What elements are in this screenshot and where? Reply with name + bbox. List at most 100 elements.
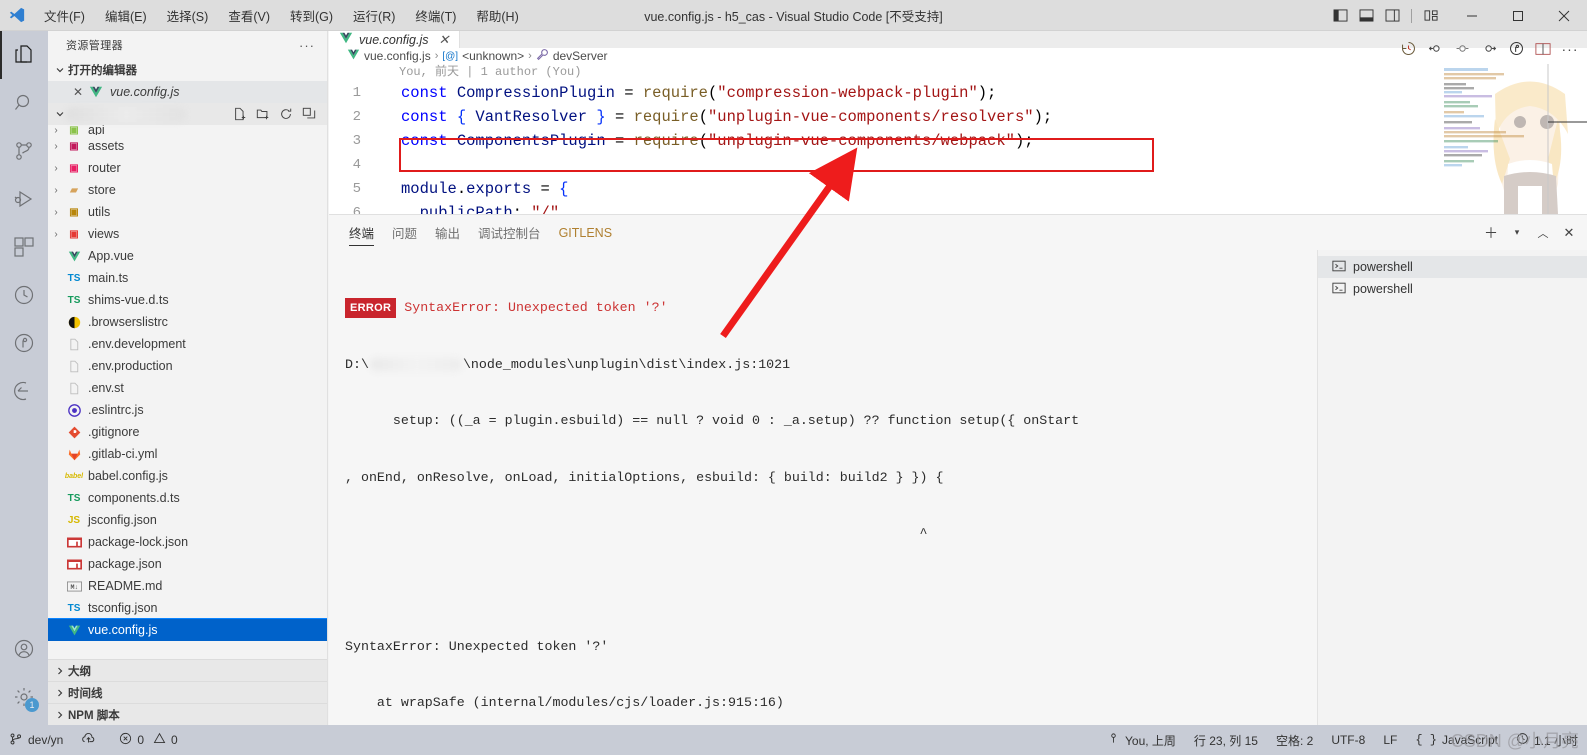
activity-accounts[interactable] bbox=[0, 625, 48, 673]
maximize-button[interactable] bbox=[1495, 0, 1541, 31]
menu-bar[interactable]: 文件(F) 编辑(E) 选择(S) 查看(V) 转到(G) 运行(R) 终端(T… bbox=[34, 0, 529, 31]
sidebar-more-actions-icon[interactable]: ··· bbox=[291, 38, 323, 53]
sidebar-section-outline[interactable]: 大纲 bbox=[48, 659, 327, 681]
tree-item-vue-config[interactable]: vue.config.js bbox=[48, 618, 327, 641]
file-tree[interactable]: › ▣ api › ▣ assets › ▣ router › ▰ store … bbox=[48, 125, 327, 641]
status-blame[interactable]: You, 上周 bbox=[1098, 725, 1185, 755]
tree-item-shims-vue[interactable]: TS shims-vue.d.ts bbox=[48, 289, 327, 311]
tree-item-gitlab-ci[interactable]: .gitlab-ci.yml bbox=[48, 443, 327, 465]
activity-gitlens[interactable] bbox=[0, 319, 48, 367]
close-panel-icon[interactable]: ✕ bbox=[1557, 221, 1581, 245]
status-wakatime[interactable]: 1.1 小时 bbox=[1507, 725, 1587, 755]
tree-item-readme[interactable]: M↓ README.md bbox=[48, 575, 327, 597]
tree-item-views[interactable]: › ▣ views bbox=[48, 223, 327, 245]
toggle-primary-sidebar-icon[interactable] bbox=[1328, 4, 1352, 28]
previous-change-icon[interactable] bbox=[1422, 36, 1448, 62]
tree-item-package-json[interactable]: package.json bbox=[48, 553, 327, 575]
tree-item-jsconfig[interactable]: JS jsconfig.json bbox=[48, 509, 327, 531]
panel-tab-problems[interactable]: 问题 bbox=[392, 215, 417, 250]
close-icon[interactable]: ✕ bbox=[70, 85, 86, 99]
new-file-icon[interactable] bbox=[230, 104, 250, 124]
status-indentation[interactable]: 空格: 2 bbox=[1267, 725, 1322, 755]
tree-item-assets[interactable]: › ▣ assets bbox=[48, 135, 327, 157]
sidebar-section-npm-scripts[interactable]: NPM 脚本 bbox=[48, 703, 327, 725]
maximize-panel-icon[interactable]: ︿ bbox=[1531, 221, 1555, 245]
history-icon[interactable] bbox=[1395, 36, 1421, 62]
terminal-output[interactable]: ERROR SyntaxError: Unexpected token '?' … bbox=[329, 250, 1317, 755]
menu-terminal[interactable]: 终端(T) bbox=[405, 3, 466, 28]
status-branch[interactable]: dev/yn bbox=[0, 725, 72, 755]
activity-explorer[interactable] bbox=[0, 31, 48, 79]
sidebar-section-open-editors[interactable]: 打开的编辑器 bbox=[48, 59, 327, 81]
more-actions-icon[interactable]: ··· bbox=[1557, 36, 1583, 62]
tree-item-env-st[interactable]: .env.st bbox=[48, 377, 327, 399]
activity-extensions[interactable] bbox=[0, 223, 48, 271]
current-change-icon[interactable] bbox=[1449, 36, 1475, 62]
terminal-list-item-0[interactable]: powershell bbox=[1318, 256, 1587, 278]
sidebar-section-project[interactable] bbox=[48, 103, 327, 125]
close-button[interactable] bbox=[1541, 0, 1587, 31]
status-language-mode[interactable]: { } JavaScript bbox=[1406, 725, 1507, 755]
tree-item-app-vue[interactable]: App.vue bbox=[48, 245, 327, 267]
customize-layout-icon[interactable] bbox=[1419, 4, 1443, 28]
sidebar-title-bar: 资源管理器 ··· bbox=[48, 31, 327, 59]
panel-tab-terminal[interactable]: 终端 bbox=[349, 215, 375, 250]
menu-run[interactable]: 运行(R) bbox=[343, 3, 405, 28]
tree-item-components-dts[interactable]: TS components.d.ts bbox=[48, 487, 327, 509]
breadcrumb-item-file[interactable]: vue.config.js bbox=[347, 48, 431, 64]
breadcrumb-item-devserver[interactable]: devServer bbox=[536, 48, 608, 64]
activity-run-debug[interactable] bbox=[0, 175, 48, 223]
tree-item-store[interactable]: › ▰ store bbox=[48, 179, 327, 201]
menu-go[interactable]: 转到(G) bbox=[280, 3, 343, 28]
minimize-button[interactable] bbox=[1449, 0, 1495, 31]
next-change-icon[interactable] bbox=[1476, 36, 1502, 62]
token: = bbox=[624, 84, 643, 102]
menu-file[interactable]: 文件(F) bbox=[34, 3, 95, 28]
tree-item-package-lock[interactable]: package-lock.json bbox=[48, 531, 327, 553]
activity-timeline[interactable] bbox=[0, 271, 48, 319]
tree-item-env-development[interactable]: .env.development bbox=[48, 333, 327, 355]
sidebar-section-timeline[interactable]: 时间线 bbox=[48, 681, 327, 703]
terminal-dropdown-icon[interactable]: ▾ bbox=[1505, 221, 1529, 245]
terminal-list-item-1[interactable]: powershell bbox=[1318, 278, 1587, 300]
status-cursor-position[interactable]: 行 23, 列 15 bbox=[1185, 725, 1267, 755]
activity-settings[interactable]: 1 bbox=[0, 673, 48, 721]
menu-help[interactable]: 帮助(H) bbox=[466, 3, 528, 28]
collapse-all-icon[interactable] bbox=[299, 104, 319, 124]
panel-tab-output[interactable]: 输出 bbox=[435, 215, 460, 250]
open-editor-item-vue-config[interactable]: ✕ vue.config.js bbox=[48, 81, 327, 103]
tree-item-utils[interactable]: › ▣ utils bbox=[48, 201, 327, 223]
split-editor-icon[interactable] bbox=[1530, 36, 1556, 62]
activity-source-control[interactable] bbox=[0, 127, 48, 175]
menu-selection[interactable]: 选择(S) bbox=[157, 3, 219, 28]
activity-search[interactable] bbox=[0, 79, 48, 127]
panel-tab-debug-console[interactable]: 调试控制台 bbox=[478, 215, 541, 250]
tree-item-gitignore[interactable]: .gitignore bbox=[48, 421, 327, 443]
close-icon[interactable]: ✕ bbox=[438, 32, 449, 48]
toggle-panel-icon[interactable] bbox=[1354, 4, 1378, 28]
activity-todo[interactable] bbox=[0, 367, 48, 415]
tree-item-main-ts[interactable]: TS main.ts bbox=[48, 267, 327, 289]
tree-item-api[interactable]: › ▣ api bbox=[48, 125, 327, 135]
tree-item-browserslistrc[interactable]: .browserslistrc bbox=[48, 311, 327, 333]
status-problems[interactable]: 0 0 bbox=[110, 725, 186, 755]
status-sync[interactable] bbox=[72, 725, 110, 755]
refresh-icon[interactable] bbox=[276, 104, 296, 124]
tree-item-tsconfig[interactable]: TS tsconfig.json bbox=[48, 597, 327, 619]
panel-tab-gitlens[interactable]: GITLENS bbox=[559, 215, 613, 250]
tree-item-eslintrc[interactable]: .eslintrc.js bbox=[48, 399, 327, 421]
tree-item-router[interactable]: › ▣ router bbox=[48, 157, 327, 179]
menu-edit[interactable]: 编辑(E) bbox=[95, 3, 157, 28]
editor-tab-vue-config[interactable]: vue.config.js ✕ bbox=[329, 31, 461, 48]
menu-view[interactable]: 查看(V) bbox=[218, 3, 280, 28]
status-eol[interactable]: LF bbox=[1374, 725, 1406, 755]
tree-item-babel-config[interactable]: babel babel.config.js bbox=[48, 465, 327, 487]
tree-item-env-production[interactable]: .env.production bbox=[48, 355, 327, 377]
status-encoding[interactable]: UTF-8 bbox=[1322, 725, 1374, 755]
new-terminal-icon[interactable]: ＋ bbox=[1479, 221, 1503, 245]
breadcrumb-item-symbol-module[interactable]: [@] <unknown> bbox=[442, 49, 524, 63]
new-folder-icon[interactable] bbox=[253, 104, 273, 124]
gitlens-blame-icon[interactable] bbox=[1503, 36, 1529, 62]
code-editor[interactable]: You, 前天 | 1 author (You) 1 const Compres… bbox=[329, 64, 1587, 214]
toggle-secondary-sidebar-icon[interactable] bbox=[1380, 4, 1404, 28]
